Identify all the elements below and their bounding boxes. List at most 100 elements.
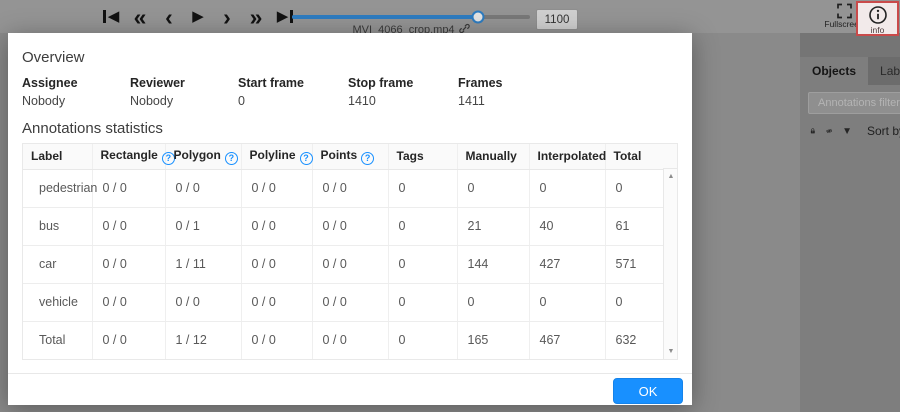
info-icon — [868, 6, 887, 24]
row-label: car — [23, 245, 93, 284]
field-start-frame-label: Start frame — [238, 76, 304, 90]
frame-number-input[interactable] — [536, 9, 578, 30]
sidebar-tabs: Objects Labels — [800, 57, 900, 85]
cell: 61 — [605, 207, 664, 246]
col-polygon: Polygon? — [165, 144, 242, 170]
cell: 1 / 12 — [165, 321, 242, 359]
play-icon: ▶ — [192, 8, 204, 25]
cell: 0 / 0 — [165, 169, 242, 208]
field-assignee: Assignee Nobody — [22, 76, 130, 108]
forward-button[interactable]: » — [245, 3, 267, 31]
cell: 0 — [529, 169, 606, 208]
field-assignee-value: Nobody — [22, 94, 66, 108]
field-start-frame-value: 0 — [238, 94, 245, 108]
cell: 0 — [605, 169, 664, 208]
cell: 0 / 0 — [241, 245, 313, 284]
ok-button[interactable]: OK — [613, 378, 683, 404]
tab-labels[interactable]: Labels — [868, 57, 900, 85]
tab-objects-label: Objects — [812, 64, 857, 78]
cell: 0 — [605, 283, 664, 322]
forward-icon: » — [249, 3, 263, 30]
field-frames: Frames 1411 — [458, 76, 566, 108]
statistics-table: Label Rectangle? Polygon? Polyline? Poin… — [22, 143, 678, 360]
first-frame-button[interactable]: ◀ — [100, 3, 122, 31]
backward-button[interactable]: « — [129, 3, 151, 31]
polygon-help-icon[interactable]: ? — [224, 151, 238, 165]
cell: 0 / 0 — [92, 169, 166, 208]
col-polyline: Polyline? — [241, 144, 313, 170]
first-frame-bar — [102, 10, 106, 23]
points-help-icon[interactable]: ? — [361, 151, 375, 165]
previous-frame-icon: ‹ — [165, 3, 173, 30]
overview-title: Overview — [22, 49, 85, 66]
overview-fields: Assignee Nobody Reviewer Nobody Start fr… — [22, 76, 678, 108]
cell: 0 — [388, 283, 458, 322]
cell: 467 — [529, 321, 606, 359]
polyline-help-icon[interactable]: ? — [299, 151, 313, 165]
cell: 144 — [457, 245, 530, 284]
frame-slider-handle[interactable] — [471, 10, 485, 24]
cell: 1 / 11 — [165, 245, 242, 284]
field-reviewer-value: Nobody — [130, 94, 174, 108]
previous-frame-button[interactable]: ‹ — [158, 3, 180, 31]
cell: 0 — [388, 245, 458, 284]
info-button[interactable]: info — [856, 1, 899, 36]
annotations-filter-placeholder: Annotations filter — [818, 97, 900, 109]
table-row-bus: bus 0 / 0 0 / 1 0 / 0 0 / 0 0 21 40 61 — [23, 207, 664, 246]
backward-icon: « — [133, 3, 147, 30]
frame-slider[interactable] — [292, 10, 530, 24]
cell: 0 / 0 — [241, 169, 313, 208]
sidebar-top-strip — [800, 33, 900, 57]
field-start-frame: Start frame 0 — [238, 76, 348, 108]
cell: 0 / 0 — [92, 321, 166, 359]
next-frame-button[interactable]: › — [216, 3, 238, 31]
col-points: Points? — [312, 144, 389, 170]
cell: 40 — [529, 207, 606, 246]
lock-icon[interactable] — [810, 124, 816, 138]
table-scrollbar[interactable]: ▲ ▼ — [663, 169, 677, 359]
cell: 0 / 0 — [92, 283, 166, 322]
scroll-up-icon[interactable]: ▲ — [664, 173, 678, 180]
field-stop-frame-value: 1410 — [348, 94, 376, 108]
annotations-statistics-title: Annotations statistics — [22, 120, 163, 137]
cell: 0 / 0 — [241, 321, 313, 359]
row-label: bus — [23, 207, 93, 246]
cell: 0 / 0 — [312, 207, 389, 246]
cell: 0 / 0 — [312, 245, 389, 284]
cell: 0 — [388, 321, 458, 359]
cell: 0 / 1 — [165, 207, 242, 246]
cell: 0 / 0 — [312, 321, 389, 359]
cell: 0 — [457, 169, 530, 208]
cell: 0 / 0 — [92, 245, 166, 284]
cell: 632 — [615, 333, 637, 348]
job-info-modal: Overview Assignee Nobody Reviewer Nobody… — [8, 33, 692, 405]
cell: 0 — [529, 283, 606, 322]
cell: 0 — [388, 169, 458, 208]
sidebar-toolbar: ▼ Sort by — [810, 121, 900, 141]
col-rectangle: Rectangle? — [92, 144, 175, 170]
player-top-bar: ◀ « ‹ ▶ › » ▶ MVI_4066_crop.mp4 Fullscre… — [0, 0, 900, 36]
cell: 21 — [457, 207, 530, 246]
field-stop-frame-label: Stop frame — [348, 76, 414, 90]
field-frames-label: Frames — [458, 76, 503, 90]
annotations-filter-input[interactable]: Annotations filter — [808, 92, 900, 114]
cvat-annotation-screen: ◀ « ‹ ▶ › » ▶ MVI_4066_crop.mp4 Fullscre… — [0, 0, 900, 412]
play-button[interactable]: ▶ — [187, 3, 209, 31]
scroll-down-icon[interactable]: ▼ — [664, 348, 678, 355]
row-label: pedestrian — [23, 169, 97, 208]
table-row-pedestrian: pedestrian 0 / 0 0 / 0 0 / 0 0 / 0 0 0 0… — [23, 169, 664, 208]
cell: 165 — [457, 321, 530, 359]
info-label: info — [870, 25, 885, 35]
cell: 571 — [605, 245, 664, 284]
cell: 0 / 0 — [241, 283, 313, 322]
eye-hidden-icon[interactable] — [825, 125, 833, 137]
cell: 0 — [388, 207, 458, 246]
chevron-down-icon[interactable]: ▼ — [842, 126, 852, 137]
tab-objects[interactable]: Objects — [800, 57, 869, 85]
cell: 0 / 0 — [165, 283, 242, 322]
modal-footer: OK — [8, 373, 692, 405]
row-label: vehicle — [23, 283, 93, 322]
table-row-car: car 0 / 0 1 / 11 0 / 0 0 / 0 0 144 427 5… — [23, 245, 664, 284]
sort-by-dropdown[interactable]: Sort by — [867, 124, 900, 138]
field-stop-frame: Stop frame 1410 — [348, 76, 458, 108]
